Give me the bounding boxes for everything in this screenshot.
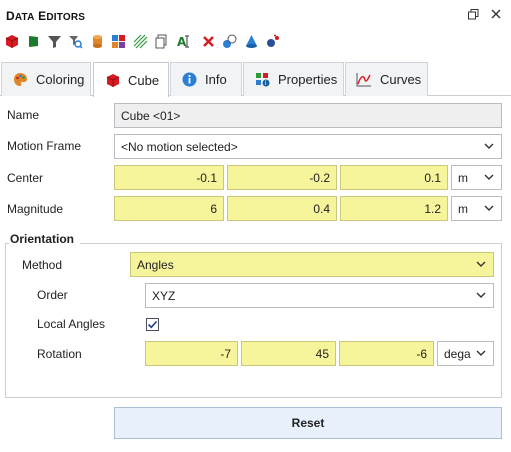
- magnitude-z-input[interactable]: 1.2: [340, 196, 448, 221]
- text-a-icon[interactable]: A: [175, 33, 191, 49]
- copy-icon[interactable]: [153, 33, 169, 49]
- properties-icon: i: [254, 72, 270, 88]
- delete-x-icon[interactable]: [200, 33, 216, 49]
- chevron-down-icon: [475, 348, 487, 360]
- palette-icon: [12, 72, 28, 88]
- chevron-down-icon: [483, 141, 495, 153]
- group-border: [80, 243, 502, 244]
- red-cube-icon[interactable]: [3, 33, 19, 49]
- rotation-z-input[interactable]: -6: [339, 341, 434, 366]
- center-label: Center: [7, 171, 44, 185]
- order-select[interactable]: XYZ: [145, 283, 494, 308]
- tab-curves-label: Curves: [380, 72, 422, 87]
- method-select[interactable]: Angles: [130, 252, 494, 277]
- name-field[interactable]: Cube <01>: [114, 103, 502, 128]
- motion-frame-select[interactable]: <No motion selected>: [114, 134, 502, 159]
- tab-properties[interactable]: i Properties: [243, 62, 344, 96]
- tab-info-label: Info: [205, 72, 227, 87]
- tab-info[interactable]: Info: [170, 62, 242, 96]
- cube-icon: [104, 72, 120, 88]
- tab-properties-label: Properties: [278, 72, 338, 87]
- reset-button[interactable]: Reset: [114, 407, 502, 439]
- panel-title: DATA EDITORS: [6, 9, 86, 23]
- orientation-title: Orientation: [10, 232, 75, 246]
- magnitude-label: Magnitude: [7, 202, 64, 216]
- cone-icon[interactable]: [243, 33, 259, 49]
- chevron-down-icon: [483, 172, 495, 184]
- tab-coloring[interactable]: Coloring: [1, 62, 91, 96]
- funnel-icon[interactable]: [46, 33, 62, 49]
- motion-frame-label: Motion Frame: [7, 139, 82, 153]
- colored-cubes-icon[interactable]: [110, 33, 126, 49]
- info-icon: [181, 72, 197, 88]
- spheres-icon[interactable]: [221, 33, 237, 49]
- center-z-input[interactable]: 0.1: [340, 165, 448, 190]
- order-label: Order: [37, 288, 68, 302]
- rotation-y-input[interactable]: 45: [241, 341, 336, 366]
- rotation-label: Rotation: [37, 347, 82, 361]
- chevron-down-icon: [475, 259, 487, 271]
- center-unit-select[interactable]: m: [451, 165, 502, 190]
- rotation-unit-select[interactable]: dega: [437, 341, 494, 366]
- group-border: [5, 243, 9, 244]
- center-y-input[interactable]: -0.2: [227, 165, 337, 190]
- chevron-down-icon: [475, 290, 487, 302]
- wave-lines-icon[interactable]: [132, 33, 148, 49]
- green-flag-icon[interactable]: [25, 33, 41, 49]
- magnitude-x-input[interactable]: 6: [114, 196, 224, 221]
- tab-cube-label: Cube: [128, 72, 160, 88]
- magnitude-y-input[interactable]: 0.4: [227, 196, 337, 221]
- tab-cube[interactable]: Cube: [93, 62, 169, 97]
- magnitude-unit-select[interactable]: m: [451, 196, 502, 221]
- cylinder-icon[interactable]: [89, 33, 105, 49]
- method-label: Method: [22, 258, 63, 272]
- chevron-down-icon: [483, 203, 495, 215]
- center-x-input[interactable]: -0.1: [114, 165, 224, 190]
- curves-icon: [356, 72, 372, 88]
- close-icon[interactable]: [489, 7, 503, 21]
- search-filter-icon[interactable]: [67, 33, 83, 49]
- name-label: Name: [7, 108, 40, 122]
- molecule-icon[interactable]: [264, 33, 280, 49]
- tab-curves[interactable]: Curves: [345, 62, 428, 96]
- rotation-x-input[interactable]: -7: [145, 341, 238, 366]
- local-angles-label: Local Angles: [37, 317, 106, 331]
- checkmark-icon: [147, 320, 158, 329]
- local-angles-checkbox[interactable]: [146, 318, 159, 331]
- restore-window-icon[interactable]: [466, 7, 480, 21]
- tab-coloring-label: Coloring: [36, 72, 85, 87]
